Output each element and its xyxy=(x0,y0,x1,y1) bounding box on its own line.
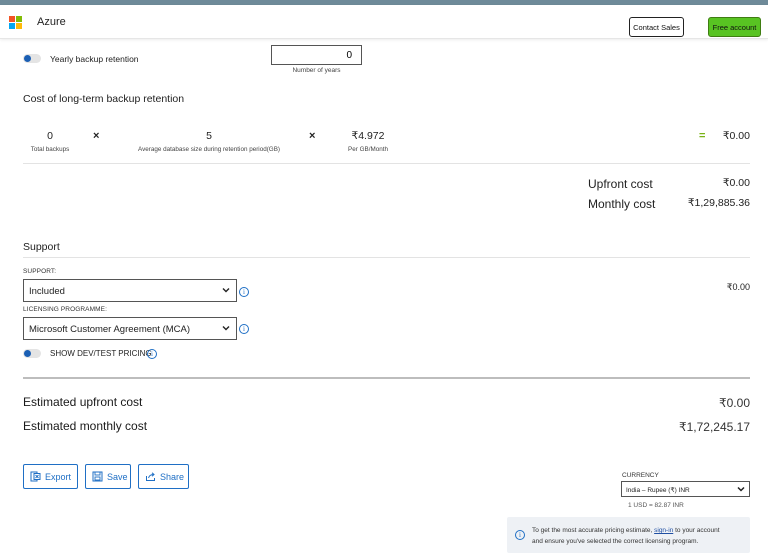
estimated-upfront-value: ₹0.00 xyxy=(719,396,750,410)
microsoft-logo-icon[interactable] xyxy=(9,16,22,29)
signin-notice: i To get the most accurate pricing estim… xyxy=(507,517,750,553)
licensing-select-value: Microsoft Customer Agreement (MCA) xyxy=(29,324,191,335)
chevron-down-icon xyxy=(222,326,230,331)
brand-name[interactable]: Azure xyxy=(37,16,66,28)
total-backups-label: Total backups xyxy=(30,146,70,153)
share-icon xyxy=(146,472,155,481)
support-caption: SUPPORT: xyxy=(23,268,57,275)
divider xyxy=(23,377,750,379)
currency-select-value: India – Rupee (₹) INR xyxy=(626,487,690,494)
notice-text: and ensure you've selected the correct l… xyxy=(532,538,699,545)
yearly-retention-label: Yearly backup retention xyxy=(50,54,139,64)
monthly-cost-label: Monthly cost xyxy=(588,197,656,211)
monthly-cost-value: ₹1,29,885.36 xyxy=(687,197,750,209)
chevron-down-icon xyxy=(737,486,745,492)
licensing-select[interactable]: Microsoft Customer Agreement (MCA) xyxy=(23,317,237,340)
info-icon: i xyxy=(515,530,525,540)
info-icon[interactable]: i xyxy=(239,324,249,334)
save-label: Save xyxy=(107,471,128,482)
contact-sales-button[interactable]: Contact Sales xyxy=(629,17,684,37)
currency-caption: CURRENCY xyxy=(622,472,659,479)
support-select[interactable]: Included xyxy=(23,279,237,302)
multiply-sign-1: × xyxy=(93,130,100,142)
excel-icon xyxy=(30,471,41,482)
currency-select[interactable]: India – Rupee (₹) INR xyxy=(621,481,750,497)
export-label: Export xyxy=(45,471,72,482)
devtest-label: SHOW DEV/TEST PRICING xyxy=(50,349,152,358)
info-icon[interactable]: i xyxy=(239,287,249,297)
signin-link[interactable]: sign-in xyxy=(654,527,673,534)
notice-text: To get the most accurate pricing estimat… xyxy=(532,527,653,534)
save-button[interactable]: Save xyxy=(85,464,131,489)
support-cost-value: ₹0.00 xyxy=(726,282,750,292)
export-button[interactable]: Export xyxy=(23,464,78,489)
share-label: Share xyxy=(160,471,185,482)
upfront-cost-value: ₹0.00 xyxy=(722,177,750,189)
years-caption: Number of years xyxy=(292,67,341,74)
notice-text: to your account xyxy=(675,527,720,534)
divider xyxy=(23,257,750,258)
multiply-sign-2: × xyxy=(309,130,316,142)
backup-cost-title: Cost of long-term backup retention xyxy=(23,93,185,105)
support-select-value: Included xyxy=(29,286,65,297)
total-backups-value: 0 xyxy=(47,130,53,142)
save-icon xyxy=(92,471,103,482)
avg-size-label: Average database size during retention p… xyxy=(138,146,280,153)
support-title: Support xyxy=(23,241,60,253)
free-account-button[interactable]: Free account xyxy=(708,17,761,37)
avg-size-value: 5 xyxy=(206,130,212,142)
chevron-down-icon xyxy=(222,288,230,293)
devtest-toggle[interactable] xyxy=(23,349,41,358)
exchange-rate: 1 USD = 82.87 INR xyxy=(628,502,684,509)
years-input[interactable] xyxy=(271,45,362,65)
yearly-retention-toggle[interactable] xyxy=(23,54,41,63)
divider xyxy=(23,163,750,164)
info-icon[interactable]: i xyxy=(147,349,157,359)
header: Azure Contact Sales Free account xyxy=(0,5,768,39)
licensing-caption: LICENSING PROGRAMME: xyxy=(23,306,107,313)
per-gb-value: ₹4.972 xyxy=(351,130,385,142)
upfront-cost-label: Upfront cost xyxy=(588,177,653,191)
per-gb-label: Per GB/Month xyxy=(348,146,388,153)
estimated-upfront-label: Estimated upfront cost xyxy=(23,395,143,409)
backup-result-value: ₹0.00 xyxy=(722,130,750,142)
estimated-monthly-label: Estimated monthly cost xyxy=(23,419,148,433)
estimated-monthly-value: ₹1,72,245.17 xyxy=(678,420,750,434)
share-button[interactable]: Share xyxy=(138,464,189,489)
